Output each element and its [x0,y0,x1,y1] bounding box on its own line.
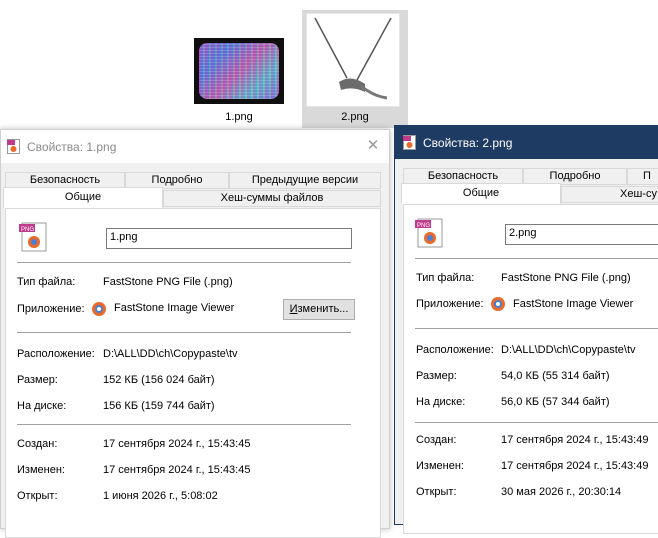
dialog-titlebar[interactable]: Свойства: 2.png [395,126,658,159]
separator [17,262,351,263]
opened-label: Открыт: [17,490,58,502]
png-file-icon [7,139,20,154]
modified-label: Изменен: [416,460,464,472]
app-value: FastStone Image Viewer [513,298,634,310]
dialog-title: Свойства: 2.png [423,136,513,150]
created-label: Создан: [416,434,457,446]
separator [415,328,658,329]
tab-panel-general [5,208,381,538]
location-value: D:\ALL\DD\ch\Copypaste\tv [103,348,238,360]
file-name-label: 1.png [225,111,253,123]
properties-dialog-1: Свойства: 1.png ✕ Безопасность Подробно … [0,129,390,538]
opened-value: 30 мая 2026 г., 20:30:14 [501,486,622,498]
app-value: FastStone Image Viewer [114,302,235,314]
created-value: 17 сентября 2024 г., 15:43:49 [501,434,649,446]
size-label: Размер: [416,370,457,382]
app-label: Приложение: [17,303,85,315]
png-file-icon: PNG [415,218,443,248]
tab-hash-sums[interactable]: Хеш-су [561,186,658,203]
png-file-icon: PNG [19,222,47,252]
separator [415,422,658,423]
dialog-titlebar[interactable]: Свойства: 1.png ✕ [1,130,389,163]
faststone-app-icon [491,297,505,311]
tab-hash-sums[interactable]: Хеш-суммы файлов [163,190,381,207]
dialog-title: Свойства: 1.png [27,140,117,154]
opened-label: Открыт: [416,486,457,498]
tv-noise-thumbnail [194,38,284,104]
file-name-label: 2.png [341,111,369,123]
tab-general[interactable]: Общие [3,187,163,208]
change-button[interactable]: Изменить... [283,299,355,320]
created-value: 17 сентября 2024 г., 15:43:45 [103,438,251,450]
modified-value: 17 сентября 2024 г., 15:43:45 [103,464,251,476]
on-disk-value: 56,0 КБ (57 344 байт) [501,396,610,408]
size-value: 152 КБ (156 024 байт) [103,374,215,386]
type-label: Тип файла: [416,272,475,284]
png-file-icon [403,135,416,150]
svg-text:PNG: PNG [21,227,34,233]
size-value: 54,0 КБ (55 314 байт) [501,370,610,382]
separator [415,258,658,259]
on-disk-label: На диске: [416,396,466,408]
separator [17,424,351,425]
tab-panel-general [403,204,658,534]
tab-previous-versions[interactable]: Предыдущие версии [229,172,381,189]
antenna-thumbnail [307,14,399,106]
modified-label: Изменен: [17,464,65,476]
created-label: Создан: [17,438,58,450]
faststone-app-icon [92,302,106,316]
location-label: Расположение: [17,348,95,360]
type-value: FastStone PNG File (.png) [501,272,631,284]
svg-text:PNG: PNG [417,223,430,229]
modified-value: 17 сентября 2024 г., 15:43:49 [501,460,649,472]
properties-dialog-2: Свойства: 2.png Безопасность Подробно П … [394,125,658,534]
tab-previous-versions[interactable]: П [627,168,658,185]
close-icon[interactable]: ✕ [365,138,381,154]
file-name-input[interactable]: 1.png [106,228,352,249]
file-name-input[interactable]: 2.png [505,224,658,245]
on-disk-value: 156 КБ (159 744 байт) [103,400,215,412]
size-label: Размер: [17,374,58,386]
opened-value: 1 июня 2026 г., 5:08:02 [103,490,218,502]
on-disk-label: На диске: [17,400,67,412]
tab-general[interactable]: Общие [401,183,561,204]
app-label: Приложение: [416,298,484,310]
type-label: Тип файла: [17,276,76,288]
location-label: Расположение: [416,344,494,356]
type-value: FastStone PNG File (.png) [103,276,233,288]
separator [17,332,351,333]
antenna-icon [314,17,392,100]
static-noise-screen [199,43,279,99]
location-value: D:\ALL\DD\ch\Copypaste\tv [501,344,636,356]
